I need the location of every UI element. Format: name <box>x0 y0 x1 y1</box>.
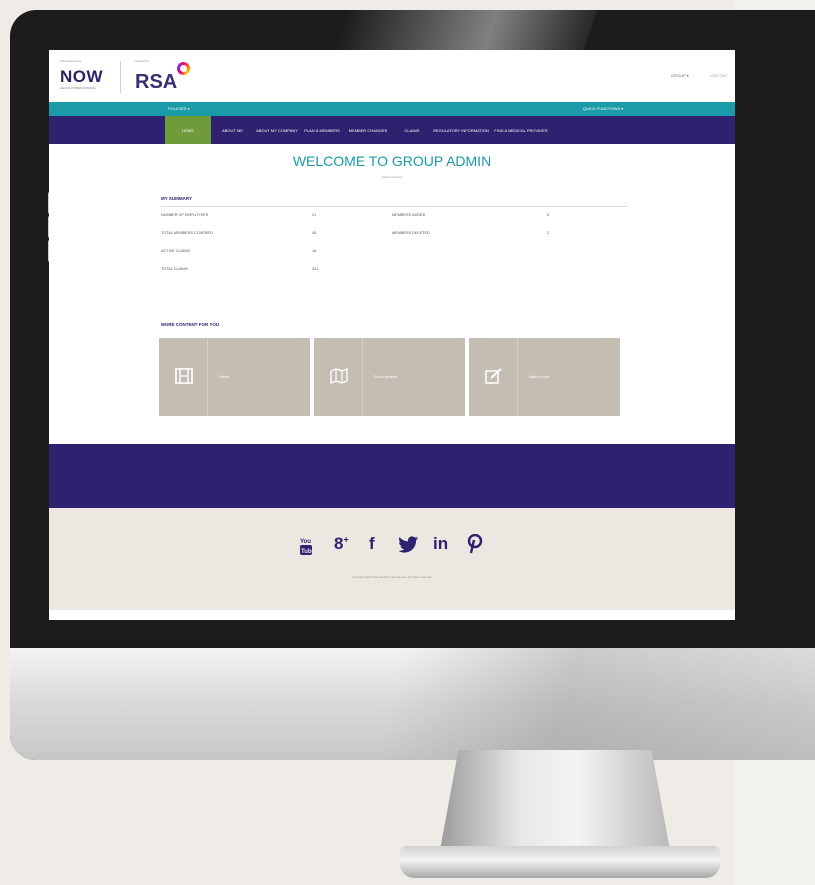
administered-by-text: Administered by <box>60 59 82 63</box>
policies-dropdown[interactable]: POLICIES ▾ <box>168 106 190 111</box>
youtube-icon[interactable]: You Tube <box>299 536 316 559</box>
summary-value: 45 <box>312 231 317 235</box>
summary-value: 321 <box>312 267 319 271</box>
summary-value: 2 <box>547 231 550 235</box>
google-plus-icon[interactable]: 8+ <box>334 534 349 554</box>
summary-value: 5 <box>547 213 550 217</box>
edit-icon <box>485 368 503 384</box>
nav-find-provider[interactable]: FIND A MEDICAL PROVIDER <box>490 116 552 144</box>
pinterest-icon[interactable] <box>467 533 483 559</box>
screen: Administered by NOW HEALTH INTERNATIONAL… <box>49 50 735 620</box>
nav-home[interactable]: HOME <box>165 116 211 144</box>
footer: You Tube 8+ f in Copyright 2016 Now Healt… <box>49 508 735 610</box>
logo-divider <box>120 61 121 93</box>
nav-about-me[interactable]: ABOUT ME <box>211 116 254 144</box>
copyright-text: Copyright 2016 Now Health International.… <box>351 575 433 579</box>
svg-text:You: You <box>300 539 311 545</box>
tile-divider <box>517 338 518 416</box>
summary-label: ACTIVE CLAIMS <box>161 249 190 253</box>
site-header: Administered by NOW HEALTH INTERNATIONAL… <box>49 50 735 102</box>
facebook-icon[interactable]: f <box>369 534 375 554</box>
insured-by-text: Insured by <box>135 59 150 63</box>
bezel-glare <box>332 10 598 54</box>
now-logo[interactable]: NOW <box>60 67 103 87</box>
summary-label: NUMBER OF EMPLOYEES <box>161 213 209 217</box>
main-nav: HOME ABOUT ME ABOUT MY COMPANY PLAN & ME… <box>49 116 735 144</box>
nav-plan-members[interactable]: PLAN & MEMBERS <box>300 116 344 144</box>
rsa-logo[interactable]: RSA <box>135 71 177 94</box>
linkedin-icon[interactable]: in <box>433 534 448 554</box>
nav-regulatory-information[interactable]: REGULATORY INFORMATION <box>432 116 490 144</box>
svg-text:Tube: Tube <box>301 549 313 555</box>
stand-base <box>400 846 720 878</box>
page-subtitle: Hello Company <box>381 175 403 179</box>
summary-label: MEMBERS ADDED <box>392 213 426 217</box>
tile-divider <box>362 338 363 416</box>
tile-divider <box>207 338 208 416</box>
nav-claims[interactable]: CLAIMS <box>392 116 432 144</box>
monitor-stand <box>400 750 720 880</box>
film-icon <box>175 368 193 384</box>
summary-value: 21 <box>312 213 317 217</box>
now-logo-subtitle: HEALTH INTERNATIONAL <box>60 86 97 90</box>
page-title: WELCOME TO GROUP ADMIN <box>292 153 492 169</box>
summary-title: MY SUMMARY <box>161 196 193 201</box>
summary-divider <box>161 206 627 207</box>
content-tile[interactable]: Find a provider <box>314 338 465 416</box>
teal-bar: POLICIES ▾ QUICK FUNCTIONS ▾ <box>49 102 735 116</box>
quick-functions-dropdown[interactable]: QUICK FUNCTIONS ▾ <box>583 106 623 111</box>
logout-link[interactable]: LOG OUT <box>710 73 728 78</box>
stand-neck <box>440 750 670 850</box>
more-content-title: MORE CONTENT FOR YOU <box>161 322 220 327</box>
twitter-icon[interactable] <box>398 536 419 558</box>
summary-value: 16 <box>312 249 317 253</box>
content-tile[interactable]: Make a claim <box>469 338 620 416</box>
user-menu[interactable]: GROUP ▾ <box>671 73 689 78</box>
tile-label: Make a claim <box>529 375 550 379</box>
summary-label: TOTAL CLAIMS <box>161 267 188 271</box>
chin-shadow <box>378 648 815 760</box>
tile-label: Videos <box>219 375 230 379</box>
nav-about-my-company[interactable]: ABOUT MY COMPANY <box>254 116 300 144</box>
content-tile[interactable]: Videos <box>159 338 310 416</box>
rsa-ring-icon <box>177 62 190 75</box>
map-icon <box>330 367 348 385</box>
summary-label: TOTAL MEMBERS COVERED <box>161 231 213 235</box>
nav-member-changes[interactable]: MEMBER CHANGES <box>344 116 392 144</box>
purple-band <box>49 444 735 508</box>
summary-label: MEMBERS DELETED <box>392 231 430 235</box>
tile-label: Find a provider <box>374 375 398 379</box>
